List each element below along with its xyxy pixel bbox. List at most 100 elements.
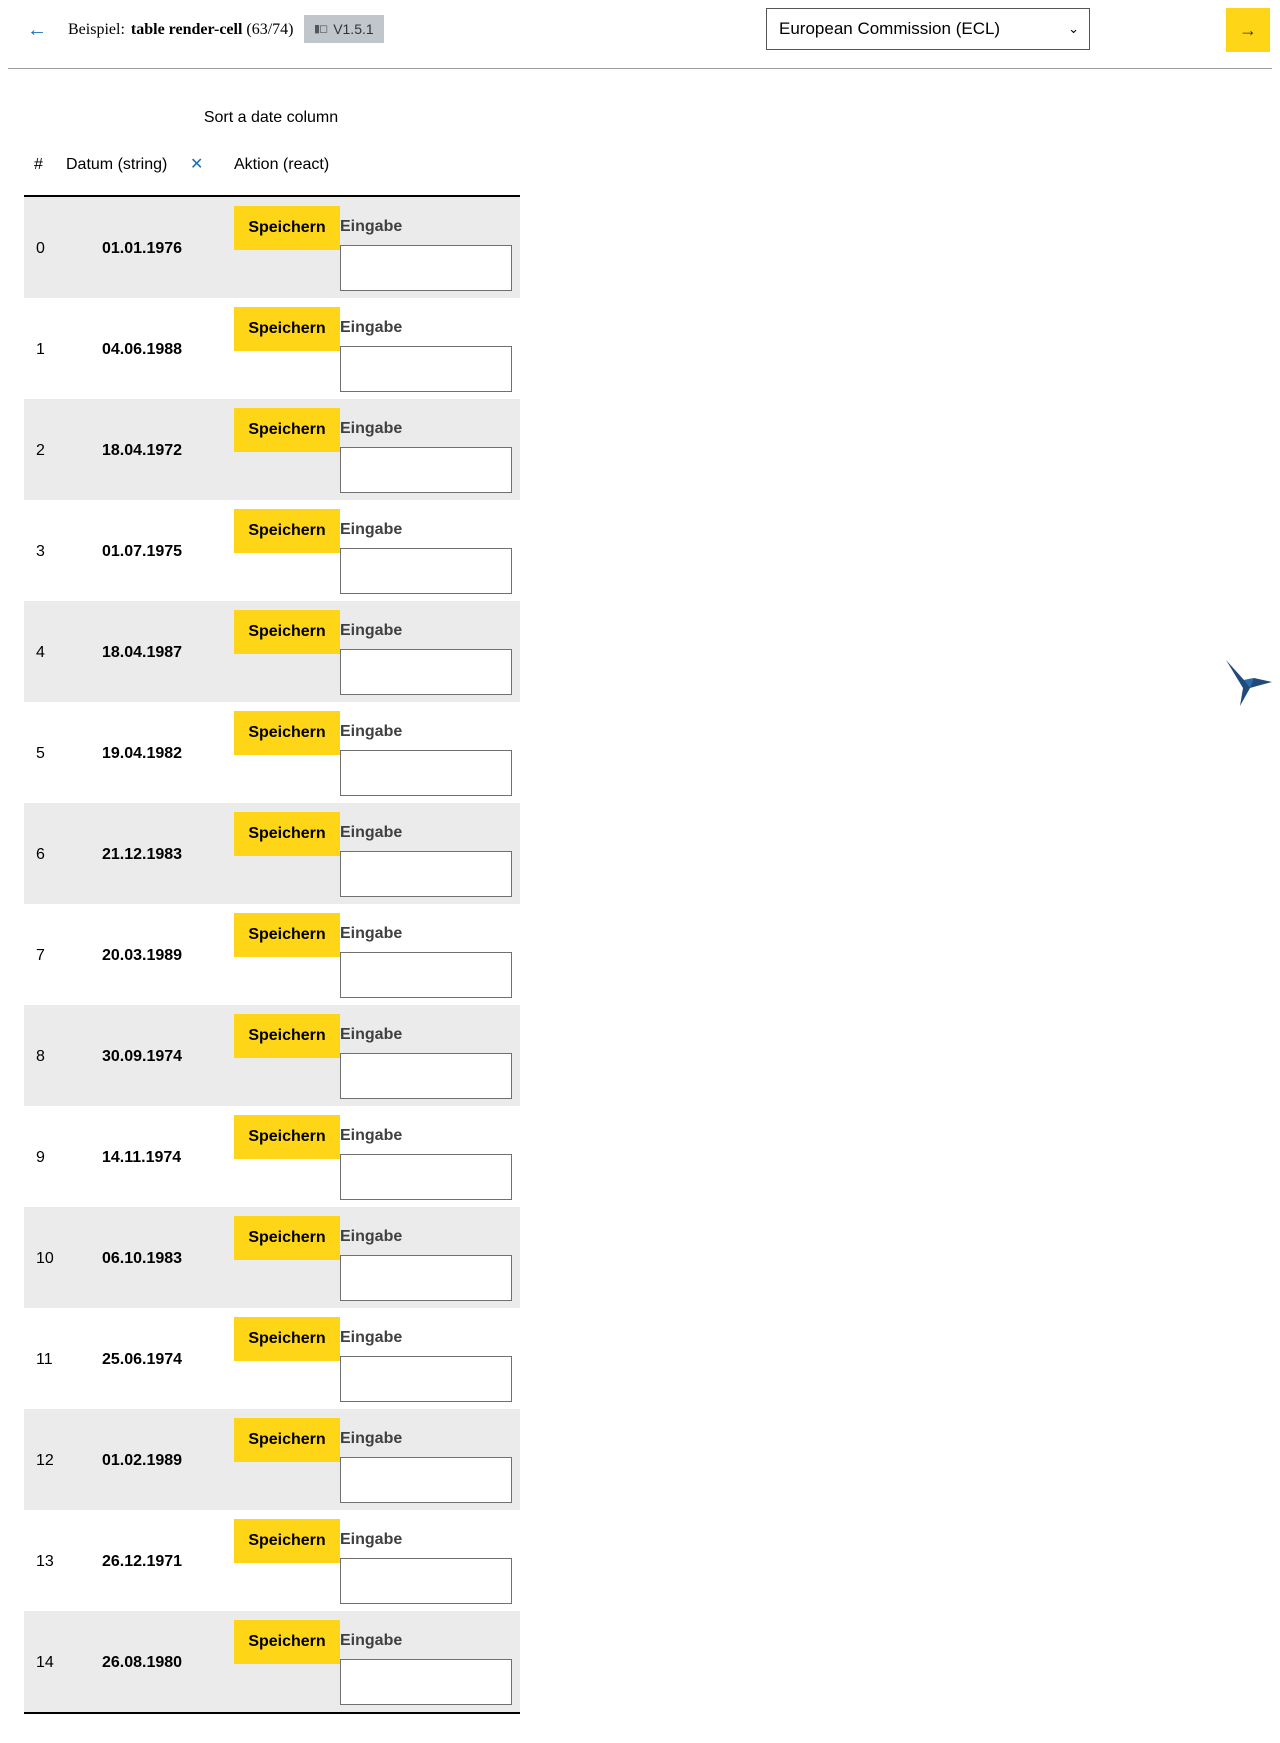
- input-label: Eingabe: [340, 1127, 403, 1144]
- save-button[interactable]: Speichern: [234, 307, 340, 351]
- column-header-action: Aktion (react): [234, 156, 330, 173]
- row-index: 7: [36, 947, 45, 964]
- save-button[interactable]: Speichern: [234, 1418, 340, 1462]
- row-date: 26.12.1971: [102, 1553, 183, 1570]
- text-input[interactable]: [340, 851, 512, 897]
- input-label: Eingabe: [340, 218, 403, 235]
- text-input[interactable]: [340, 245, 512, 291]
- text-input[interactable]: [340, 1255, 512, 1301]
- input-label: Eingabe: [340, 824, 403, 841]
- table-row: 13 26.12.1971 Speichern Eingabe: [24, 1510, 520, 1611]
- row-index: 9: [36, 1149, 45, 1166]
- row-index: 14: [36, 1654, 54, 1671]
- input-label: Eingabe: [340, 1228, 403, 1245]
- text-input[interactable]: [340, 1457, 512, 1503]
- input-label: Eingabe: [340, 1329, 403, 1346]
- save-button[interactable]: Speichern: [234, 1115, 340, 1159]
- table-row: 11 25.06.1974 Speichern Eingabe: [24, 1308, 520, 1409]
- title-label: Beispiel:: [68, 21, 125, 38]
- row-date: 18.04.1972: [102, 442, 183, 459]
- input-label: Eingabe: [340, 420, 403, 437]
- column-header-index: #: [34, 156, 43, 173]
- row-date: 20.03.1989: [102, 947, 183, 964]
- row-index: 1: [36, 341, 45, 358]
- save-button[interactable]: Speichern: [234, 711, 340, 755]
- row-index: 10: [36, 1250, 54, 1267]
- title-name: table render-cell: [130, 21, 243, 38]
- text-input[interactable]: [340, 952, 512, 998]
- text-input[interactable]: [340, 1053, 512, 1099]
- input-label: Eingabe: [340, 521, 403, 538]
- arrow-right-icon: →: [1239, 20, 1257, 40]
- input-label: Eingabe: [340, 319, 403, 336]
- page-title: Beispiel: table render-cell (63/74): [68, 19, 294, 41]
- row-date: 26.08.1980: [102, 1654, 183, 1671]
- version-button[interactable]: ▮◻ V1.5.1: [304, 15, 384, 43]
- save-button[interactable]: Speichern: [234, 408, 340, 452]
- row-date: 14.11.1974: [102, 1149, 182, 1166]
- row-date: 01.01.1976: [102, 240, 183, 257]
- table-row: 1 04.06.1988 Speichern Eingabe: [24, 298, 520, 399]
- row-date: 01.07.1975: [102, 543, 183, 560]
- table-header: # Datum (string) ✕ Aktion (react): [24, 150, 520, 197]
- save-button[interactable]: Speichern: [234, 1216, 340, 1260]
- save-button[interactable]: Speichern: [234, 1620, 340, 1664]
- row-index: 11: [36, 1351, 53, 1368]
- next-button[interactable]: →: [1226, 8, 1270, 52]
- save-button[interactable]: Speichern: [234, 1519, 340, 1563]
- save-button[interactable]: Speichern: [234, 1317, 340, 1361]
- row-date: 19.04.1982: [102, 745, 183, 762]
- table-row: 2 18.04.1972 Speichern Eingabe: [24, 399, 520, 500]
- text-input[interactable]: [340, 1356, 512, 1402]
- row-index: 6: [36, 846, 45, 863]
- text-input[interactable]: [340, 346, 512, 392]
- row-date: 01.02.1989: [102, 1452, 183, 1469]
- input-label: Eingabe: [340, 723, 403, 740]
- table-row: 0 01.01.1976 Speichern Eingabe: [24, 197, 520, 298]
- text-input[interactable]: [340, 1659, 512, 1705]
- table-row: 8 30.09.1974 Speichern Eingabe: [24, 1005, 520, 1106]
- arrow-left-icon: ←: [27, 19, 47, 41]
- save-button[interactable]: Speichern: [234, 610, 340, 654]
- title-count: (63/74): [246, 21, 294, 38]
- hummingbird-icon: [1226, 660, 1272, 706]
- back-button[interactable]: ←: [21, 16, 53, 44]
- row-index: 0: [36, 240, 45, 257]
- table-row: 14 26.08.1980 Speichern Eingabe: [24, 1611, 520, 1712]
- table-row: 6 21.12.1983 Speichern Eingabe: [24, 803, 520, 904]
- row-date: 21.12.1983: [102, 846, 183, 863]
- save-button[interactable]: Speichern: [234, 509, 340, 553]
- row-date: 25.06.1974: [102, 1351, 183, 1368]
- save-button[interactable]: Speichern: [234, 1014, 340, 1058]
- book-icon: ▮◻: [314, 23, 328, 35]
- table-row: 10 06.10.1983 Speichern Eingabe: [24, 1207, 520, 1308]
- save-button[interactable]: Speichern: [234, 913, 340, 957]
- text-input[interactable]: [340, 750, 512, 796]
- row-date: 30.09.1974: [102, 1048, 183, 1065]
- input-label: Eingabe: [340, 1531, 403, 1548]
- theme-select[interactable]: European Commission (ECL) ⌄: [766, 8, 1090, 50]
- text-input[interactable]: [340, 548, 512, 594]
- input-label: Eingabe: [340, 1026, 403, 1043]
- text-input[interactable]: [340, 1558, 512, 1604]
- column-header-date[interactable]: Datum (string): [66, 154, 167, 176]
- chevron-down-icon: ⌄: [1068, 21, 1079, 36]
- text-input[interactable]: [340, 447, 512, 493]
- table-row: 12 01.02.1989 Speichern Eingabe: [24, 1409, 520, 1510]
- text-input[interactable]: [340, 1154, 512, 1200]
- row-date: 04.06.1988: [102, 341, 183, 358]
- row-date: 06.10.1983: [102, 1250, 183, 1267]
- header: ← Beispiel: table render-cell (63/74) ▮◻ …: [8, 0, 1272, 69]
- text-input[interactable]: [340, 649, 512, 695]
- row-index: 8: [36, 1048, 45, 1065]
- save-button[interactable]: Speichern: [234, 812, 340, 856]
- save-button[interactable]: Speichern: [234, 206, 340, 250]
- row-index: 3: [36, 543, 45, 560]
- version-label: V1.5.1: [333, 21, 374, 37]
- table-body: 0 01.01.1976 Speichern Eingabe 1 04.06.1988 Sp…: [24, 197, 520, 1712]
- input-label: Eingabe: [340, 1632, 403, 1649]
- theme-select-value: European Commission (ECL): [779, 19, 1001, 38]
- table-row: 5 19.04.1982 Speichern Eingabe: [24, 702, 520, 803]
- table-caption: Sort a date column: [203, 109, 339, 126]
- close-x-icon[interactable]: ✕: [190, 154, 203, 176]
